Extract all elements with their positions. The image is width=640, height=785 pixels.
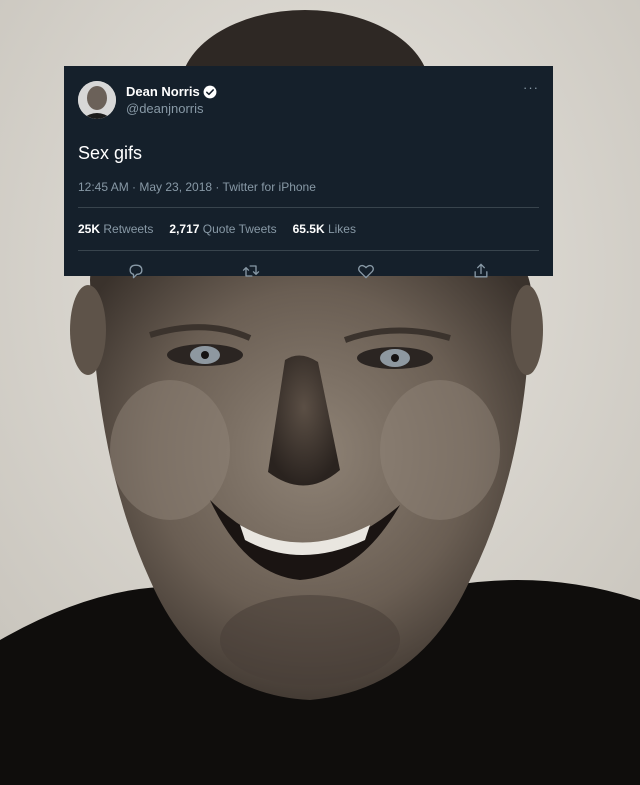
likes-stat[interactable]: 65.5K Likes	[293, 222, 356, 236]
retweets-label: Retweets	[103, 222, 154, 236]
reply-icon[interactable]	[126, 261, 146, 281]
quote-tweets-stat[interactable]: 2,717 Quote Tweets	[169, 222, 276, 236]
heart-icon[interactable]	[356, 261, 376, 281]
likes-label: Likes	[327, 222, 356, 236]
tweet-card: Dean Norris @deanjnorris ··· Sex gifs 12…	[64, 66, 553, 279]
user-names: Dean Norris @deanjnorris	[126, 83, 217, 117]
tweet-timestamp[interactable]: 12:45 AM · May 23, 2018 · Twitter for iP…	[78, 180, 539, 194]
likes-count: 65.5K	[292, 222, 325, 236]
retweet-icon[interactable]	[241, 261, 261, 281]
display-name[interactable]: Dean Norris	[126, 83, 200, 100]
share-icon[interactable]	[471, 261, 491, 281]
tweet-actions	[78, 251, 539, 291]
user-handle[interactable]: @deanjnorris	[126, 100, 217, 117]
tweet-stats: 25K Retweets 2,717 Quote Tweets 65.5K Li…	[78, 208, 539, 250]
verified-badge-icon	[203, 85, 217, 98]
tweet-text: Sex gifs	[78, 143, 143, 163]
avatar[interactable]	[78, 81, 116, 119]
more-dots-icon[interactable]: ···	[523, 80, 539, 95]
quote-tweets-count: 2,717	[169, 222, 200, 236]
quote-tweets-label: Quote Tweets	[202, 222, 277, 236]
tweet-header: Dean Norris @deanjnorris ···	[78, 78, 539, 122]
retweets-count: 25K	[78, 222, 101, 236]
retweets-stat[interactable]: 25K Retweets	[78, 222, 153, 236]
